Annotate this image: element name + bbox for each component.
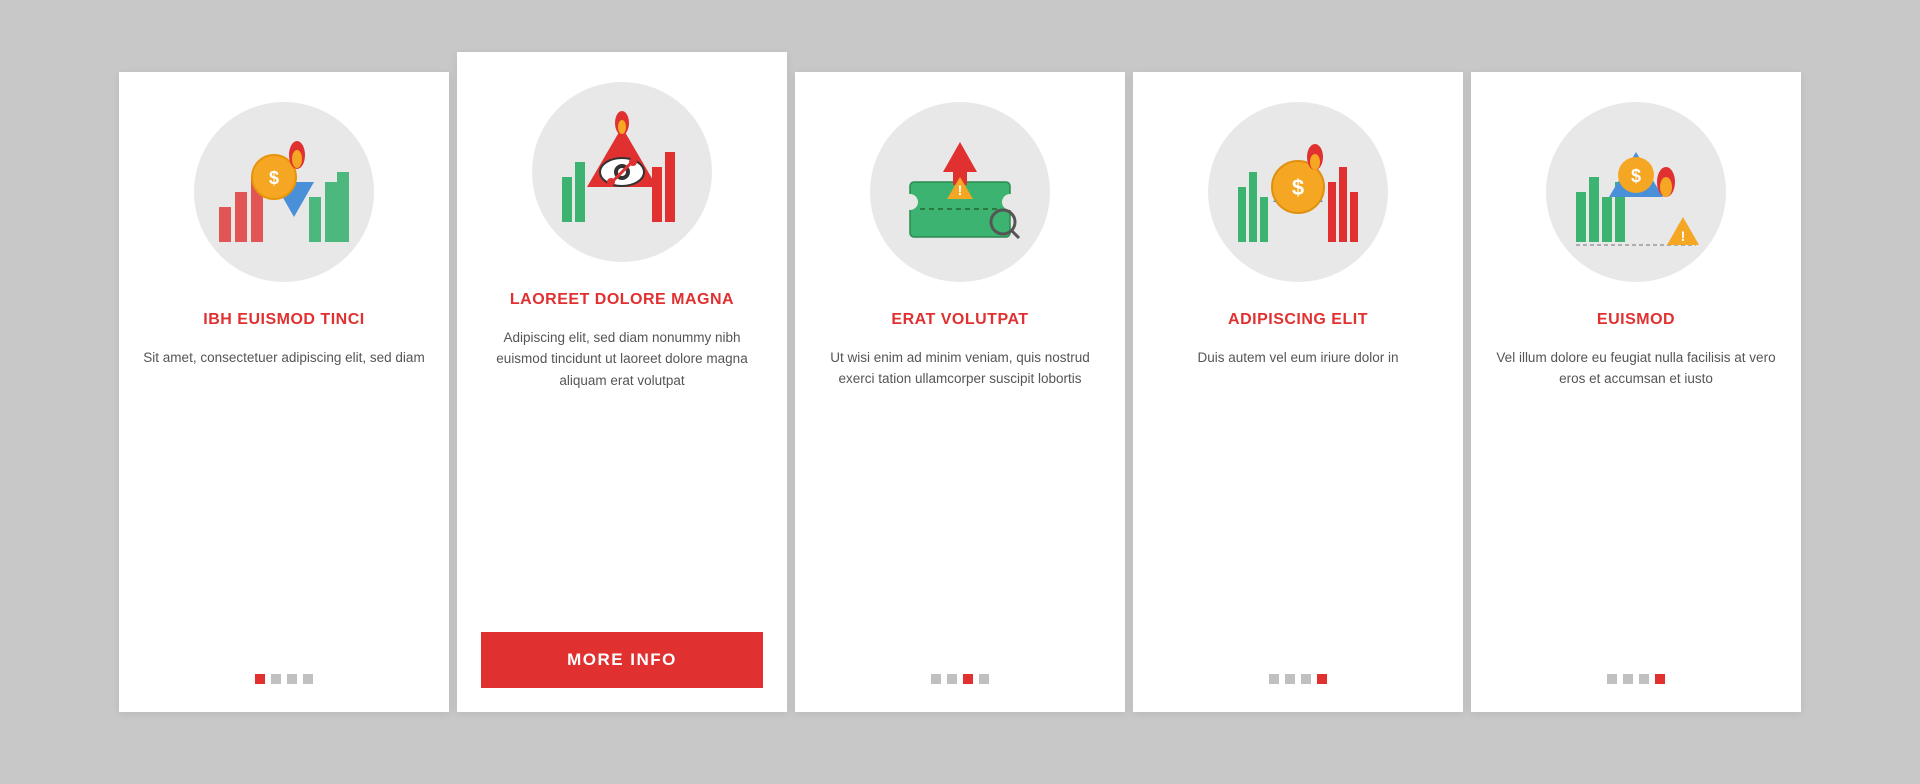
card-4-title: ADIPISCING ELIT — [1228, 310, 1368, 331]
dollar-triangle-warning-icon: $ ! — [1571, 127, 1701, 257]
card-4-dots — [1269, 674, 1327, 684]
percent-fire-eye-icon — [557, 107, 687, 237]
dot-3-1 — [931, 674, 941, 684]
dot-3-3 — [963, 674, 973, 684]
card-3-icon-circle: ! — [870, 102, 1050, 282]
svg-text:!: ! — [1681, 228, 1686, 244]
ticket-warning-arrow-icon: ! — [895, 127, 1025, 257]
card-2-text: Adipiscing elit, sed diam nonummy nibh e… — [481, 327, 763, 612]
card-1-title: IBH EUISMOD TINCI — [203, 310, 364, 331]
dot-1-3 — [287, 674, 297, 684]
dot-5-1 — [1607, 674, 1617, 684]
svg-text:$: $ — [269, 168, 279, 188]
dot-5-3 — [1639, 674, 1649, 684]
card-1: $ IBH EUISMOD TINCI Sit amet, consectetu… — [119, 72, 449, 712]
dot-4-4 — [1317, 674, 1327, 684]
chart-coin-fire-icon: $ — [219, 127, 349, 257]
dot-1-2 — [271, 674, 281, 684]
dot-1-1 — [255, 674, 265, 684]
card-3-dots — [931, 674, 989, 684]
card-5: $ ! EUISMOD Vel illum dolore eu feugiat … — [1471, 72, 1801, 712]
more-info-button[interactable]: MORE INFO — [481, 632, 763, 688]
card-3-text: Ut wisi enim ad minim veniam, quis nostr… — [819, 347, 1101, 646]
card-5-title: EUISMOD — [1597, 310, 1675, 331]
card-1-icon-circle: $ — [194, 102, 374, 282]
card-4: $ ADIPISCING ELIT Duis autem vel eum iri… — [1133, 72, 1463, 712]
card-5-dots — [1607, 674, 1665, 684]
svg-text:!: ! — [958, 182, 963, 198]
card-1-text: Sit amet, consectetuer adipiscing elit, … — [143, 347, 424, 646]
dot-3-2 — [947, 674, 957, 684]
dot-4-2 — [1285, 674, 1295, 684]
card-3: ! ERAT VOLUTPAT Ut wisi enim ad minim ve… — [795, 72, 1125, 712]
card-5-icon-circle: $ ! — [1546, 102, 1726, 282]
svg-text:$: $ — [1292, 175, 1304, 200]
dot-5-2 — [1623, 674, 1633, 684]
card-1-dots — [255, 674, 313, 684]
dot-4-3 — [1301, 674, 1311, 684]
cards-container: $ IBH EUISMOD TINCI Sit amet, consectetu… — [59, 32, 1861, 752]
card-5-text: Vel illum dolore eu feugiat nulla facili… — [1495, 347, 1777, 646]
card-3-title: ERAT VOLUTPAT — [891, 310, 1028, 331]
card-4-text: Duis autem vel eum iriure dolor in — [1197, 347, 1398, 646]
card-2-icon-circle — [532, 82, 712, 262]
card-2: LAOREET DOLORE MAGNA Adipiscing elit, se… — [457, 52, 787, 712]
card-4-icon-circle: $ — [1208, 102, 1388, 282]
dot-5-4 — [1655, 674, 1665, 684]
dot-3-4 — [979, 674, 989, 684]
dot-4-1 — [1269, 674, 1279, 684]
dollar-chart-fire-icon: $ — [1233, 127, 1363, 257]
dot-1-4 — [303, 674, 313, 684]
svg-text:$: $ — [1631, 166, 1641, 186]
card-2-title: LAOREET DOLORE MAGNA — [510, 290, 734, 311]
